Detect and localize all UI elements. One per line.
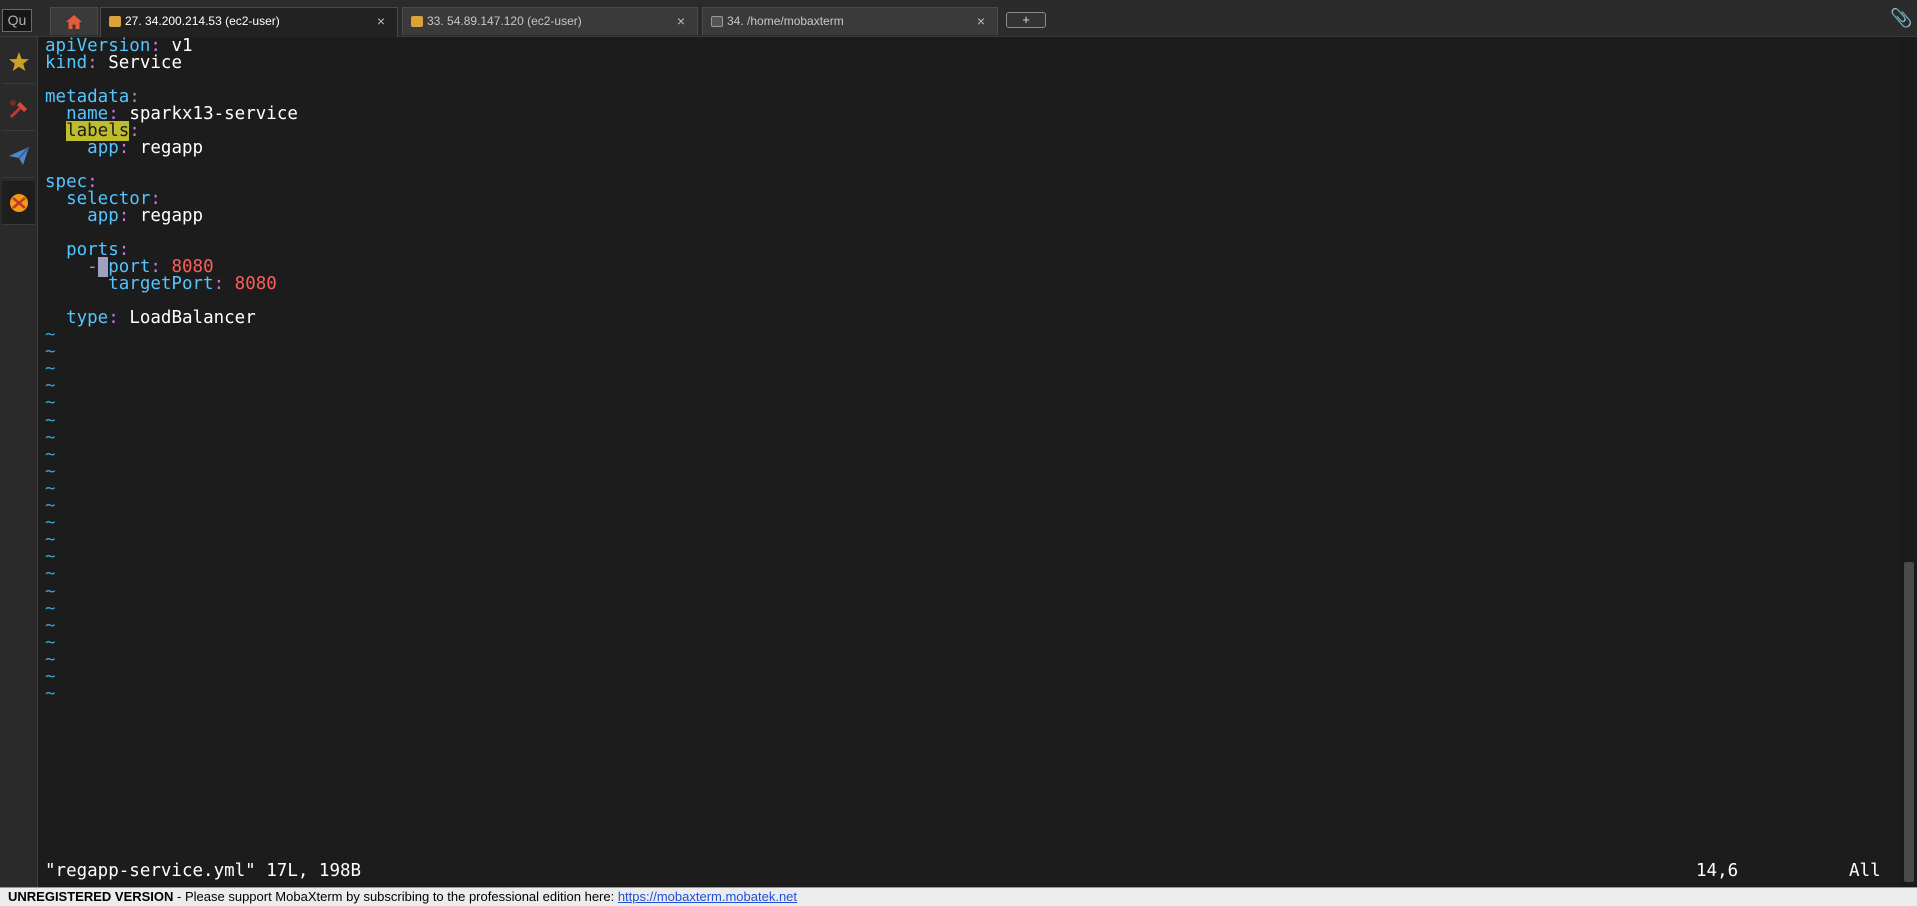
- ssh-key-icon: [109, 16, 121, 27]
- banner-link[interactable]: https://mobaxterm.mobatek.net: [618, 889, 797, 904]
- terminal-vim-editor[interactable]: apiVersion: v1 kind: Service metadata: n…: [40, 36, 1901, 887]
- editor-line-7: app: regapp: [87, 138, 204, 158]
- tools-button[interactable]: [2, 87, 35, 131]
- paperclip-icon[interactable]: 📎: [1890, 8, 1912, 29]
- left-sidebar: [0, 37, 38, 887]
- tab-session-34[interactable]: 34. /home/mobaxterm ×: [702, 7, 998, 35]
- tab-label: 27. 34.200.214.53 (ec2-user): [125, 14, 280, 28]
- new-tab-button[interactable]: +: [1006, 12, 1046, 28]
- tab-label: 34. /home/mobaxterm: [727, 14, 844, 28]
- unregistered-banner: UNREGISTERED VERSION - Please support Mo…: [0, 887, 1917, 906]
- home-tab[interactable]: [50, 7, 98, 35]
- home-icon: [66, 15, 82, 29]
- terminal-scrollbar[interactable]: [1901, 37, 1917, 887]
- star-icon: [9, 52, 29, 71]
- tab-session-27[interactable]: 27. 34.200.214.53 (ec2-user) ×: [100, 7, 398, 37]
- tools-icon: [9, 100, 27, 119]
- ssh-key-icon: [411, 16, 423, 27]
- banner-title: UNREGISTERED VERSION: [8, 889, 174, 904]
- banner-message: - Please support MobaXterm by subscribin…: [173, 889, 618, 904]
- scrollbar-thumb[interactable]: [1904, 562, 1914, 882]
- xserver-icon: [10, 194, 28, 212]
- close-icon[interactable]: ×: [677, 8, 685, 35]
- quick-connect-input[interactable]: Qu: [2, 9, 32, 32]
- editor-line-11: app: regapp: [87, 206, 204, 226]
- close-icon[interactable]: ×: [977, 8, 985, 35]
- sessions-star-button[interactable]: [2, 40, 35, 84]
- vim-status-filename: "regapp-service.yml" 17L, 198B: [45, 861, 362, 881]
- send-icon: [9, 146, 30, 165]
- tab-label: 33. 54.89.147.120 (ec2-user): [427, 14, 582, 28]
- editor-line-2: kind: Service: [45, 53, 182, 73]
- editor-line-17: type: LoadBalancer: [66, 308, 256, 328]
- tilde-marker: ~: [45, 684, 56, 705]
- tab-session-33[interactable]: 33. 54.89.147.120 (ec2-user) ×: [402, 7, 698, 35]
- terminal-icon: [711, 16, 723, 27]
- tab-bar: Qu 27. 34.200.214.53 (ec2-user) × 33. 54…: [0, 0, 1917, 37]
- vim-cursor-position: 14,6: [1696, 861, 1739, 881]
- editor-line-15: targetPort: 8080: [108, 274, 277, 294]
- send-button[interactable]: [2, 134, 35, 178]
- xserver-button[interactable]: [2, 181, 35, 225]
- vim-scroll-indicator: All: [1849, 861, 1881, 881]
- close-icon[interactable]: ×: [377, 8, 385, 35]
